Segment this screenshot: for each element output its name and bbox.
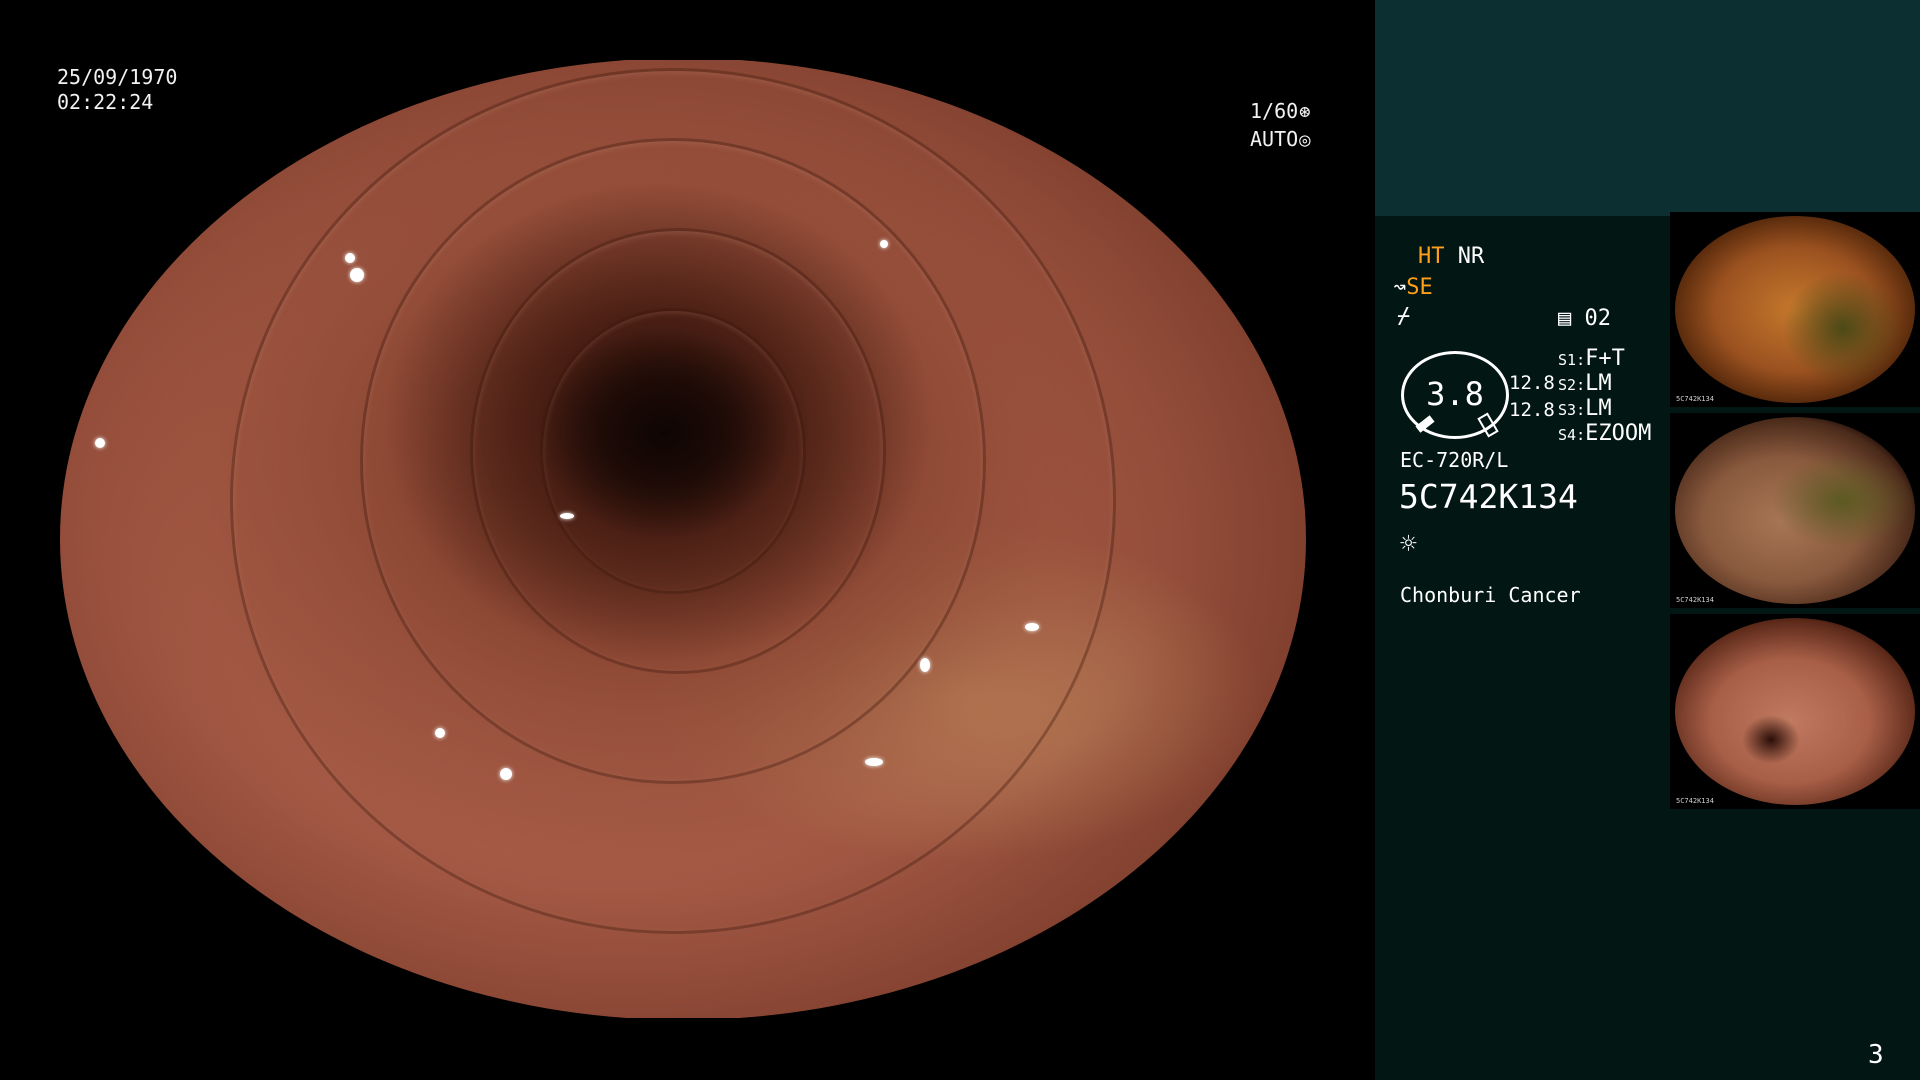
shutter-readout: 1/60⊛: [1250, 97, 1311, 126]
thumbnail-3[interactable]: 5C742K134: [1670, 614, 1920, 809]
iris-icon: ◎: [1299, 129, 1311, 151]
zoom-value: 3.8: [1426, 375, 1484, 413]
thumbnail-1[interactable]: 5C742K134: [1670, 212, 1920, 407]
switch-key: S4: [1558, 426, 1577, 444]
scope-tip-icon: ↝: [1393, 275, 1407, 300]
endoscopy-screen: 25/09/1970 02:22:24 1/60⊛ AUTO◎ HT NR ↝S…: [0, 0, 1920, 1080]
iris-value: AUTO: [1250, 127, 1299, 151]
thumbnail-2[interactable]: 5C742K134: [1670, 413, 1920, 608]
dial-side-2: 12.8: [1509, 399, 1555, 421]
switch-value: EZOOM: [1585, 421, 1652, 446]
dial-side-1: 12.8: [1509, 372, 1555, 394]
endoscopic-view: [60, 60, 1306, 1018]
shutter-icon: ⊛: [1299, 101, 1311, 123]
light-source-icon: ☼: [1400, 527, 1417, 560]
switch-key: S2: [1558, 376, 1577, 394]
ht-nr-row: HT NR: [1418, 243, 1484, 271]
thumbnail-caption: 5C742K134: [1676, 596, 1714, 604]
info-panel-header: [1375, 0, 1920, 216]
structure-enhance-icon: ⌿: [1397, 304, 1411, 329]
switch-value: LM: [1585, 396, 1612, 421]
se-label: SE: [1406, 275, 1433, 300]
thumbnail-caption: 5C742K134: [1676, 395, 1714, 403]
scope-serial: 5C742K134: [1399, 477, 1578, 516]
iris-readout: AUTO◎: [1250, 125, 1311, 154]
exam-time: 02:22:24: [57, 90, 154, 114]
switch-value: F+T: [1585, 346, 1625, 371]
thumbnail-image: [1675, 618, 1915, 805]
switch-row: S4:EZOOM: [1558, 421, 1652, 446]
switch-value: LM: [1585, 371, 1612, 396]
hospital-name: Chonburi Cancer: [1400, 583, 1581, 607]
thumbnail-caption: 5C742K134: [1676, 797, 1714, 805]
ht-label: HT: [1418, 244, 1445, 269]
thumbnail-image: [1675, 417, 1915, 604]
switch-key: S3: [1558, 401, 1577, 419]
dial-needle: [1415, 415, 1435, 433]
exam-date: 25/09/1970: [57, 65, 178, 89]
memory-card-icon: ▤: [1558, 306, 1572, 331]
switch-key: S1: [1558, 351, 1577, 369]
se-row: ↝SE: [1393, 274, 1433, 302]
shutter-value: 1/60: [1250, 99, 1299, 123]
page-number: 3: [1868, 1040, 1884, 1070]
memory-value: 02: [1584, 306, 1612, 331]
nr-label: NR: [1457, 244, 1485, 269]
memory-row: ▤ 02: [1558, 305, 1611, 333]
thumbnail-image: [1675, 216, 1915, 403]
scope-model: EC-720R/L: [1400, 448, 1509, 472]
zoom-dial: 3.8: [1401, 351, 1509, 439]
